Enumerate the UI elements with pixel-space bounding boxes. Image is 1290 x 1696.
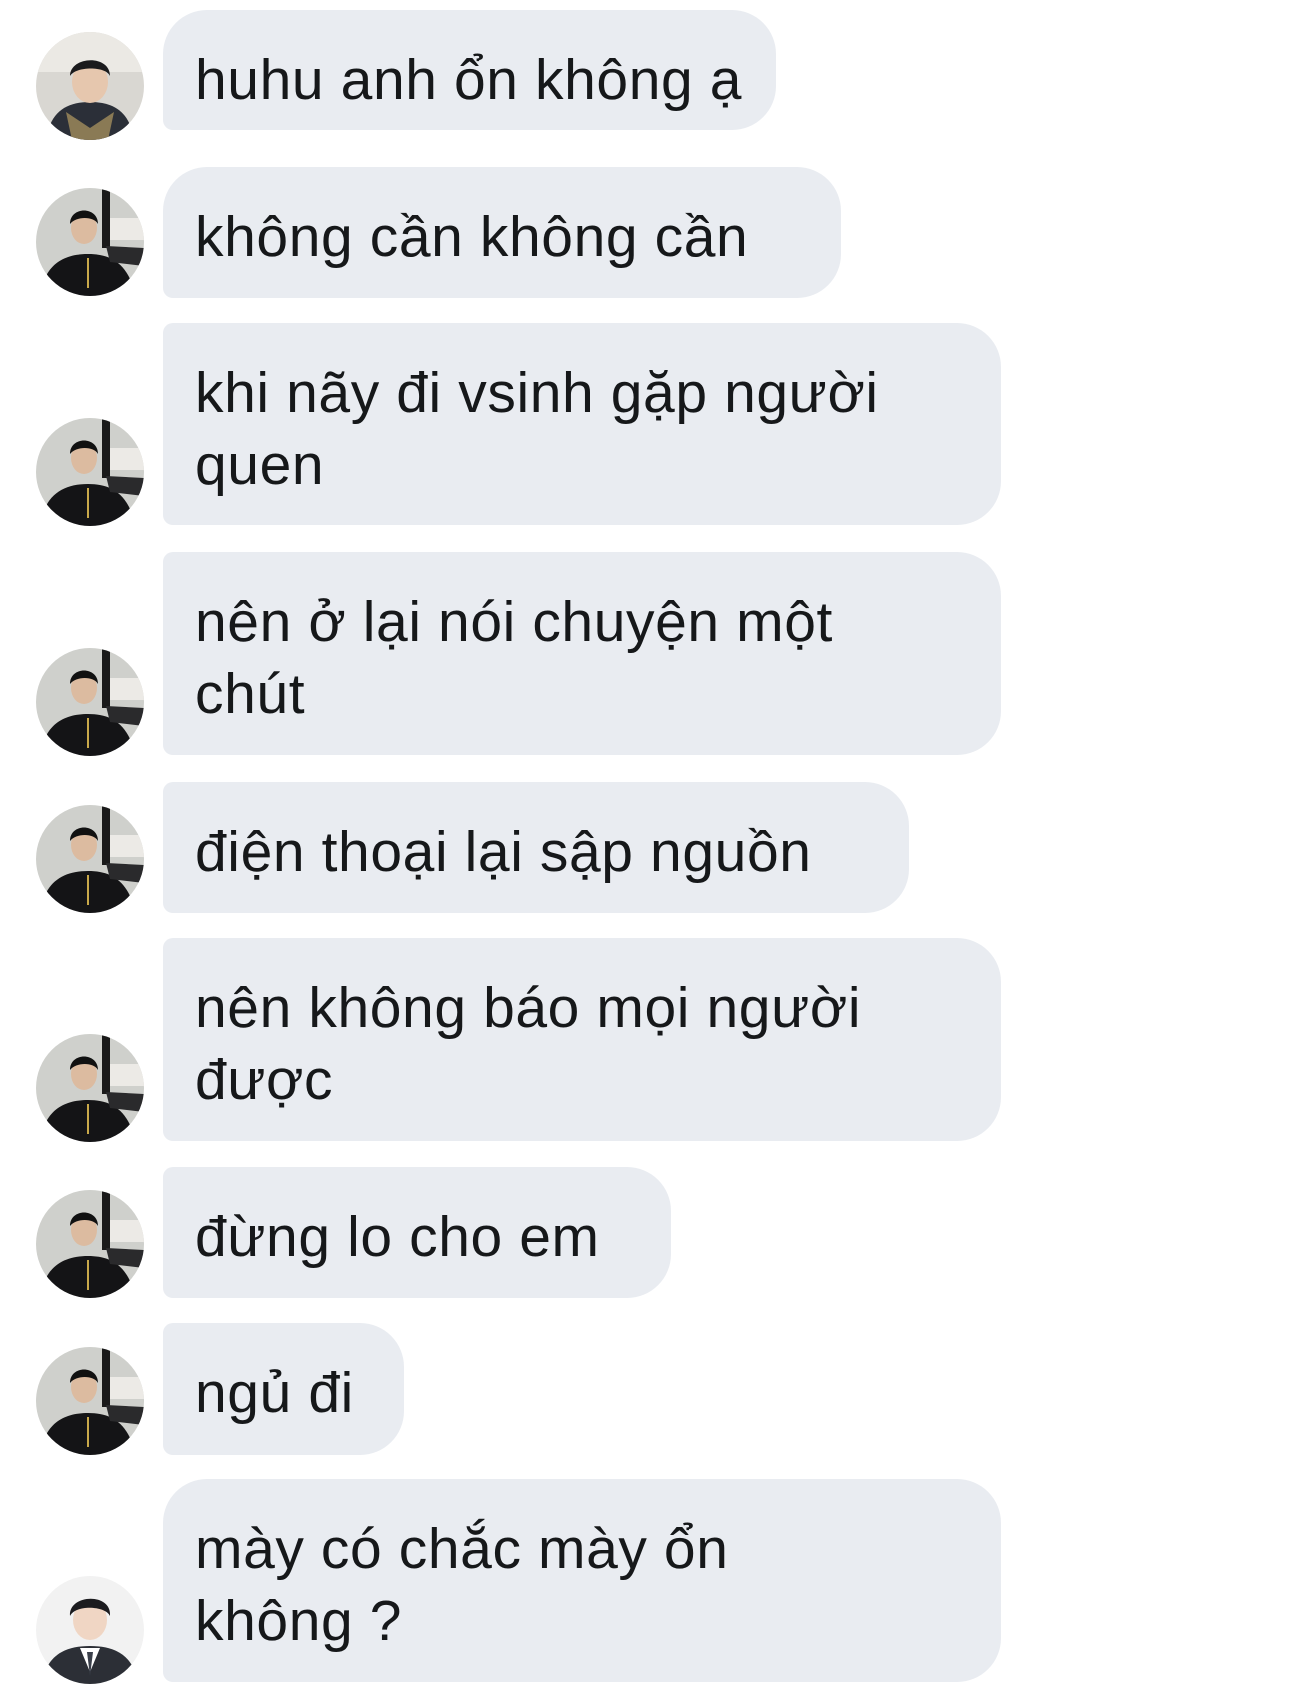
message-bubble[interactable]: nên không báo mọi người được (163, 938, 1001, 1141)
avatar-hoodie-photo[interactable] (36, 32, 144, 140)
avatar-black-jacket-photo[interactable] (36, 1190, 144, 1298)
avatar-black-jacket-photo[interactable] (36, 418, 144, 526)
avatar-black-jacket-image (36, 1190, 144, 1298)
message-bubble[interactable]: huhu anh ổn không ạ (163, 10, 776, 130)
message-bubble[interactable]: mày có chắc mày ổn không ? (163, 1479, 1001, 1682)
message-bubble[interactable]: không cần không cần (163, 167, 841, 298)
avatar-black-jacket-photo[interactable] (36, 805, 144, 913)
avatar-suit-image (36, 1576, 144, 1684)
message-bubble[interactable]: đừng lo cho em (163, 1167, 671, 1298)
avatar-black-jacket-image (36, 648, 144, 756)
avatar-black-jacket-image (36, 1034, 144, 1142)
avatar-black-jacket-photo[interactable] (36, 648, 144, 756)
avatar-black-jacket-image (36, 805, 144, 913)
message-bubble[interactable]: nên ở lại nói chuyện một chút (163, 552, 1001, 755)
avatar-black-jacket-photo[interactable] (36, 1347, 144, 1455)
avatar-black-jacket-image (36, 418, 144, 526)
avatar-suit-photo[interactable] (36, 1576, 144, 1684)
avatar-hoodie-image (36, 32, 144, 140)
message-thread: huhu anh ổn không ạ không cần không cần (0, 0, 1290, 1696)
avatar-black-jacket-image (36, 188, 144, 296)
avatar-black-jacket-photo[interactable] (36, 188, 144, 296)
avatar-black-jacket-photo[interactable] (36, 1034, 144, 1142)
avatar-black-jacket-image (36, 1347, 144, 1455)
message-bubble[interactable]: ngủ đi (163, 1323, 404, 1455)
message-bubble[interactable]: điện thoại lại sập nguồn (163, 782, 909, 913)
message-bubble[interactable]: khi nãy đi vsinh gặp người quen (163, 323, 1001, 525)
